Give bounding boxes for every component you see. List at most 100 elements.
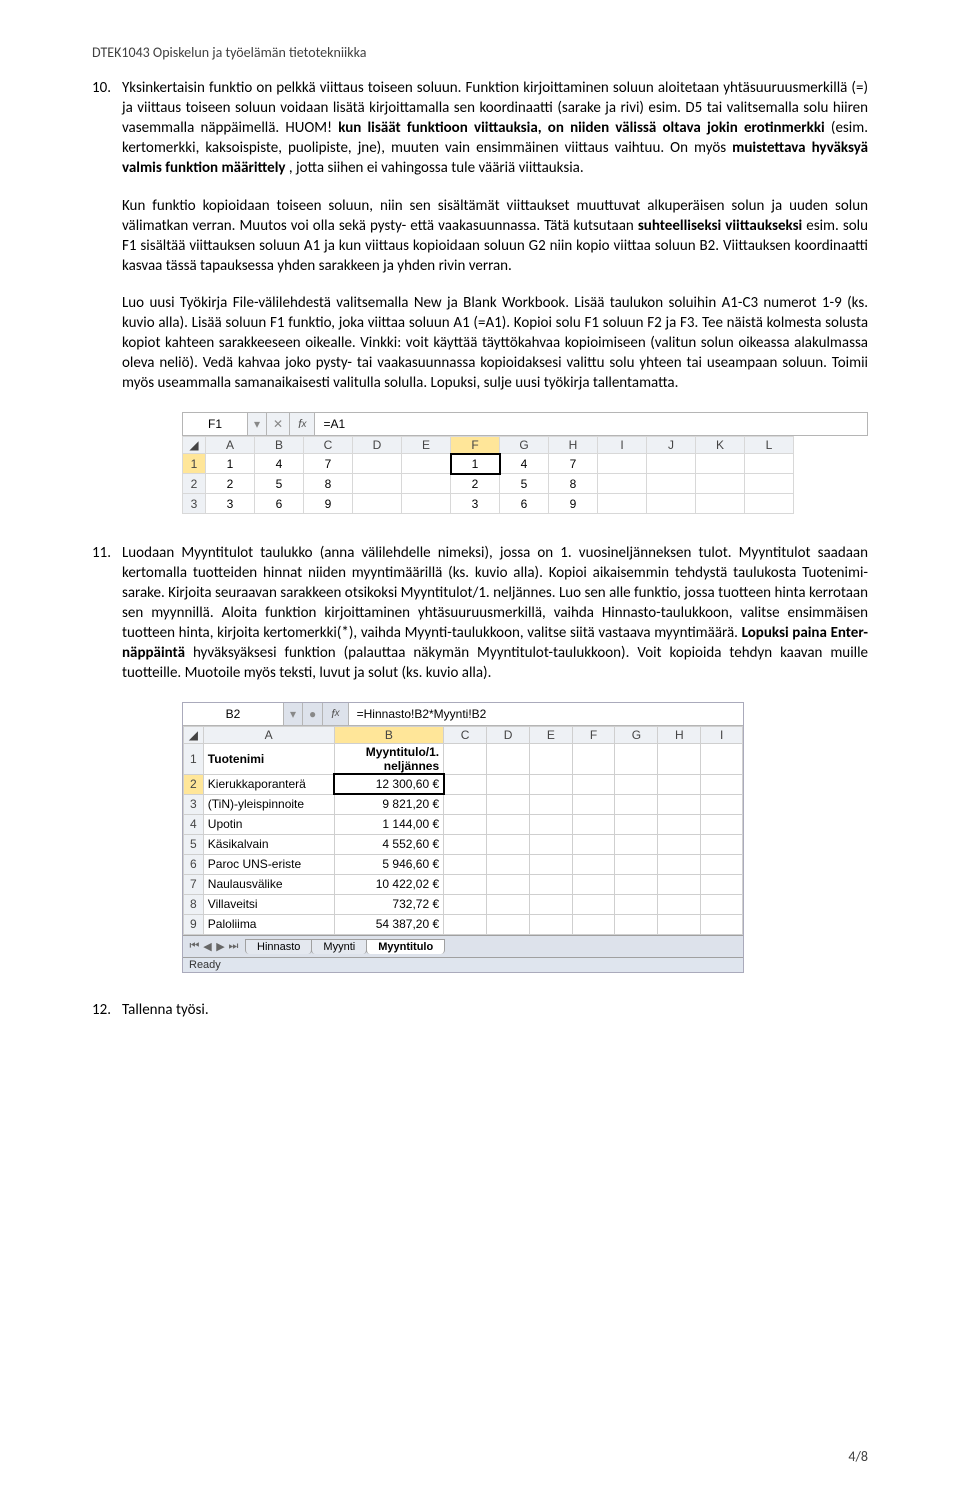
cell[interactable] xyxy=(696,474,745,494)
tab-prev-icon[interactable]: ◀ xyxy=(202,940,213,953)
cell[interactable]: 7 xyxy=(549,454,598,474)
cell[interactable] xyxy=(615,774,658,794)
column-header[interactable]: A xyxy=(206,437,255,454)
cell[interactable] xyxy=(444,874,487,894)
cell[interactable]: 5 xyxy=(500,474,549,494)
row-header[interactable]: 8 xyxy=(184,894,204,914)
cell[interactable] xyxy=(402,494,451,514)
column-header[interactable]: G xyxy=(615,726,658,743)
cell[interactable]: 9 821,20 € xyxy=(334,794,444,814)
sheet-tab-hinnasto[interactable]: Hinnasto xyxy=(245,939,312,954)
namebox-dropdown-icon[interactable]: ▾ xyxy=(248,413,267,435)
cell[interactable] xyxy=(598,454,647,474)
cell[interactable] xyxy=(444,794,487,814)
cell[interactable]: Kierukkaporanterä xyxy=(203,774,334,794)
cell[interactable] xyxy=(572,814,615,834)
cell[interactable] xyxy=(658,914,701,934)
cell[interactable] xyxy=(444,743,487,774)
column-header[interactable]: A xyxy=(203,726,334,743)
cell[interactable] xyxy=(572,914,615,934)
cell[interactable] xyxy=(487,794,530,814)
cell[interactable] xyxy=(529,743,572,774)
row-header[interactable]: 3 xyxy=(184,794,204,814)
cell[interactable] xyxy=(444,894,487,914)
row-header[interactable]: 9 xyxy=(184,914,204,934)
cell[interactable] xyxy=(529,794,572,814)
namebox-dropdown-icon[interactable]: ▾ xyxy=(284,703,303,725)
cell[interactable] xyxy=(658,894,701,914)
cell[interactable] xyxy=(572,774,615,794)
cell[interactable] xyxy=(444,774,487,794)
column-header[interactable]: H xyxy=(658,726,701,743)
cell[interactable] xyxy=(487,854,530,874)
tab-first-icon[interactable]: ⏮ xyxy=(189,940,200,953)
cell[interactable]: 4 552,60 € xyxy=(334,834,444,854)
cell[interactable] xyxy=(444,854,487,874)
sheet-tab-myyntitulo[interactable]: Myyntitulo xyxy=(366,939,445,954)
cell[interactable] xyxy=(615,874,658,894)
cell[interactable]: Paloliima xyxy=(203,914,334,934)
cell[interactable] xyxy=(658,834,701,854)
column-header[interactable]: I xyxy=(701,726,743,743)
cell[interactable] xyxy=(647,494,696,514)
row-header[interactable]: 3 xyxy=(183,494,206,514)
cell[interactable]: Myyntitulo/1. neljännes xyxy=(334,743,444,774)
cell[interactable] xyxy=(487,743,530,774)
cell[interactable]: 3 xyxy=(206,494,255,514)
cell[interactable] xyxy=(444,914,487,934)
row-header[interactable]: 5 xyxy=(184,834,204,854)
column-header[interactable]: D xyxy=(353,437,402,454)
cell[interactable] xyxy=(402,454,451,474)
row-header[interactable]: 2 xyxy=(183,474,206,494)
column-header[interactable]: E xyxy=(402,437,451,454)
cell[interactable] xyxy=(647,454,696,474)
column-header[interactable]: C xyxy=(444,726,487,743)
cell[interactable] xyxy=(572,854,615,874)
column-header[interactable]: F xyxy=(451,437,500,454)
row-header[interactable]: 1 xyxy=(183,454,206,474)
cell[interactable] xyxy=(598,474,647,494)
cell[interactable] xyxy=(696,494,745,514)
cell[interactable]: Villaveitsi xyxy=(203,894,334,914)
cell[interactable] xyxy=(647,474,696,494)
cell[interactable]: 4 xyxy=(500,454,549,474)
cell[interactable]: Paroc UNS-eriste xyxy=(203,854,334,874)
column-header[interactable]: C xyxy=(304,437,353,454)
cell[interactable]: 1 xyxy=(206,454,255,474)
cell[interactable] xyxy=(615,834,658,854)
cell[interactable] xyxy=(658,774,701,794)
cell[interactable] xyxy=(529,834,572,854)
column-header[interactable]: B xyxy=(255,437,304,454)
cell[interactable] xyxy=(529,774,572,794)
cell[interactable]: 5 946,60 € xyxy=(334,854,444,874)
row-header[interactable]: 2 xyxy=(184,774,204,794)
cell[interactable]: 6 xyxy=(500,494,549,514)
column-header[interactable]: H xyxy=(549,437,598,454)
cell[interactable] xyxy=(701,814,743,834)
column-header[interactable]: I xyxy=(598,437,647,454)
cell[interactable]: 2 xyxy=(451,474,500,494)
cell[interactable] xyxy=(696,454,745,474)
cell[interactable] xyxy=(615,914,658,934)
row-header[interactable]: 4 xyxy=(184,814,204,834)
select-all-corner[interactable]: ◢ xyxy=(183,437,206,454)
cell[interactable]: 8 xyxy=(304,474,353,494)
cell[interactable] xyxy=(444,834,487,854)
cell[interactable]: (TiN)-yleispinnoite xyxy=(203,794,334,814)
cell[interactable] xyxy=(701,874,743,894)
cell[interactable] xyxy=(572,834,615,854)
cell[interactable] xyxy=(353,454,402,474)
cell[interactable]: 9 xyxy=(304,494,353,514)
cell[interactable] xyxy=(615,854,658,874)
cell[interactable] xyxy=(615,794,658,814)
cell[interactable] xyxy=(701,794,743,814)
cancel-icon[interactable]: ● xyxy=(303,703,323,725)
cell[interactable] xyxy=(487,914,530,934)
column-header[interactable]: L xyxy=(745,437,794,454)
cell[interactable]: 10 422,02 € xyxy=(334,874,444,894)
cell[interactable] xyxy=(745,474,794,494)
cell[interactable]: 1 144,00 € xyxy=(334,814,444,834)
column-header[interactable]: D xyxy=(487,726,530,743)
column-header[interactable]: J xyxy=(647,437,696,454)
cell[interactable] xyxy=(572,794,615,814)
